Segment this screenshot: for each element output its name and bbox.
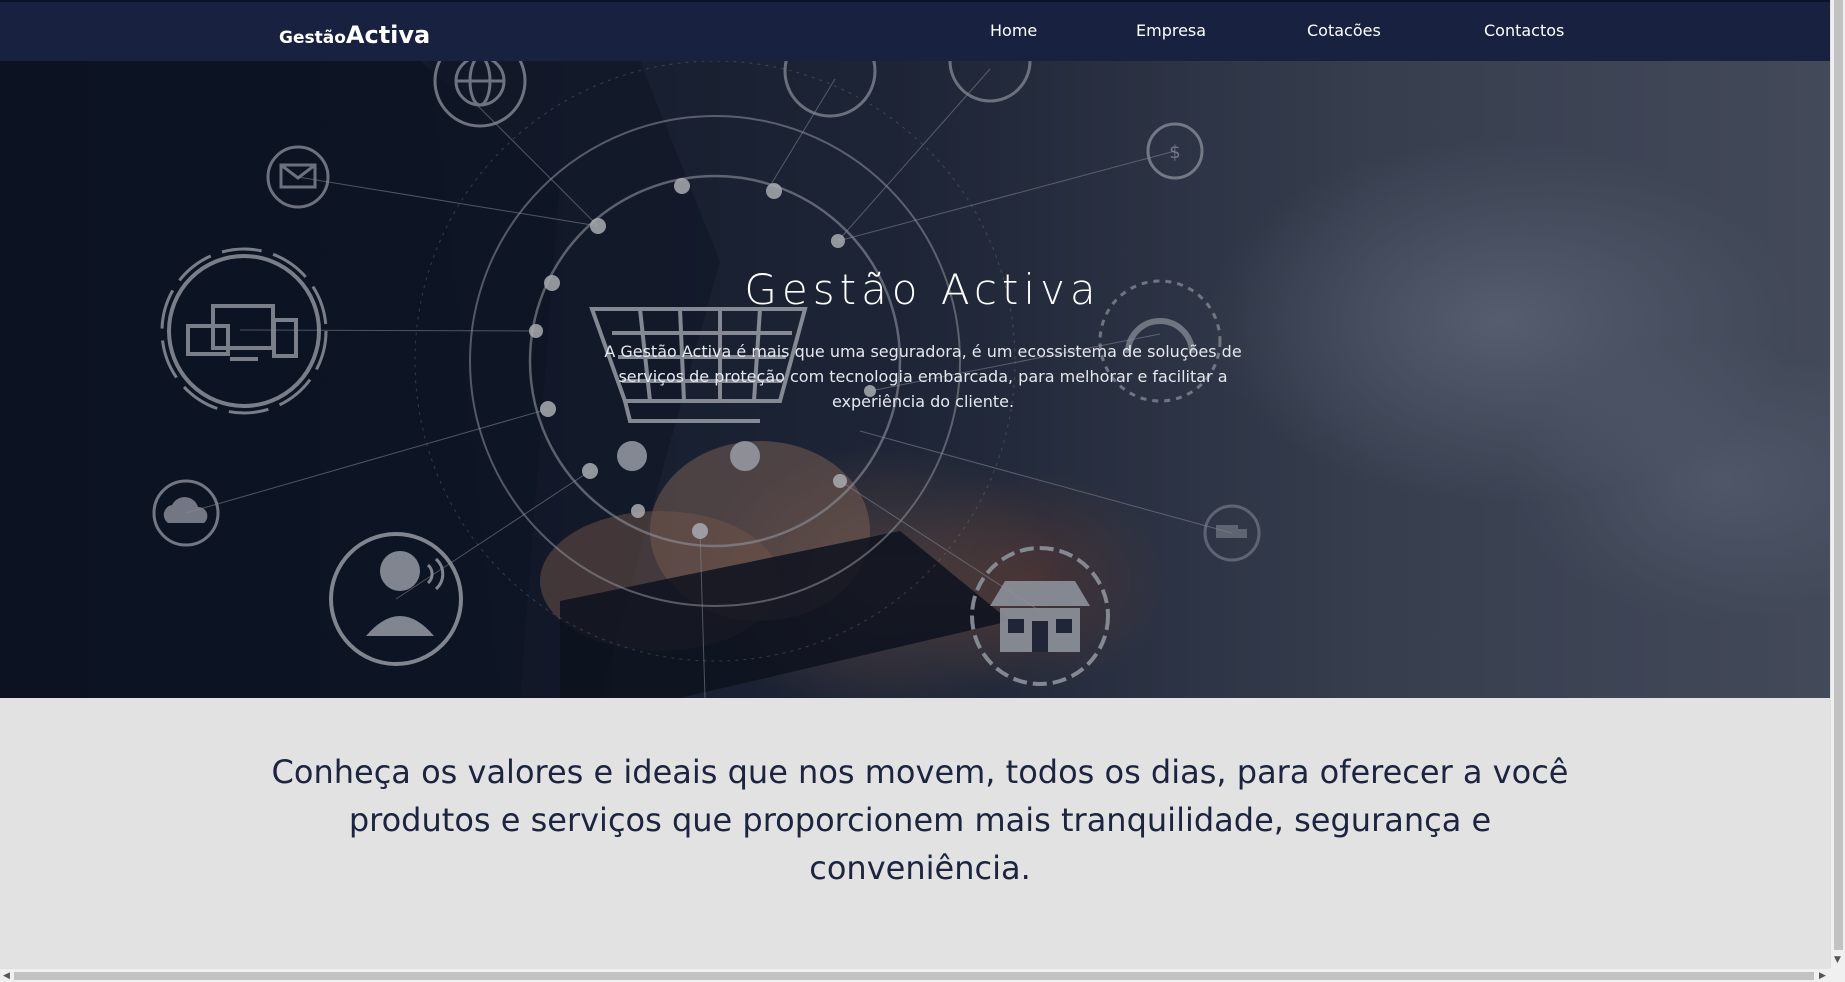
- vertical-scrollbar[interactable]: ▼: [1830, 0, 1845, 968]
- hero-description: A Gestão Activa é mais que uma segurador…: [604, 342, 1242, 411]
- page-viewport: GestãoActiva Home Empresa Cotacões Conta…: [0, 0, 1830, 968]
- hero-title: Gestão Activa: [744, 265, 1101, 314]
- scrollbar-corner: [1830, 968, 1845, 982]
- nav-home[interactable]: Home: [990, 21, 1037, 40]
- vertical-scrollbar-thumb[interactable]: [1834, 0, 1843, 950]
- nav-empresa[interactable]: Empresa: [1136, 21, 1206, 40]
- nav-cotacoes[interactable]: Cotacões: [1307, 21, 1381, 40]
- scroll-right-arrow-icon[interactable]: ▶: [1819, 970, 1826, 982]
- scroll-down-arrow-icon[interactable]: ▼: [1834, 955, 1841, 965]
- top-navbar: GestãoActiva Home Empresa Cotacões Conta…: [0, 0, 1830, 61]
- nav-contactos[interactable]: Contactos: [1484, 21, 1564, 40]
- scroll-left-arrow-icon[interactable]: ◀: [3, 970, 10, 982]
- values-section: Conheça os valores e ideais que nos move…: [0, 698, 1830, 968]
- values-statement: Conheça os valores e ideais que nos move…: [271, 753, 1569, 887]
- horizontal-scrollbar[interactable]: ◀ ▶: [0, 968, 1830, 982]
- horizontal-scrollbar-thumb[interactable]: [14, 972, 1814, 980]
- main-nav: Home Empresa Cotacões Contactos: [0, 21, 1830, 45]
- hero-banner: $ Gestão Activa A Gestão Activa é mais q…: [0, 61, 1830, 698]
